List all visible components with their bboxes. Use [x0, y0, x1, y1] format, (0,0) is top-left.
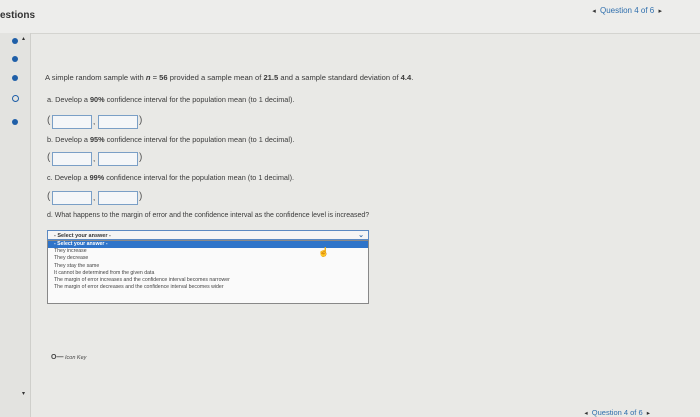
- question-nav-bottom[interactable]: ◂ Question 4 of 6 ▸: [582, 408, 652, 417]
- icon-key-link[interactable]: O— Icon Key: [51, 354, 86, 361]
- question-content: A simple random sample with n = 56 provi…: [45, 73, 414, 361]
- question-counter: Question 4 of 6: [599, 6, 655, 15]
- question-sidebar: ▴ ▾: [0, 33, 31, 417]
- question-1-dot[interactable]: [12, 38, 18, 44]
- next-question-icon[interactable]: ▸: [645, 410, 652, 417]
- part-b-upper-input[interactable]: [98, 152, 138, 166]
- question-2-dot[interactable]: [12, 56, 18, 62]
- question-4-dot[interactable]: [12, 95, 19, 102]
- top-bar: estions ◂ Question 4 of 6 ▸: [0, 0, 700, 34]
- part-a-lower-input[interactable]: [52, 115, 92, 129]
- part-b-prompt: b. Develop a 95% confidence interval for…: [47, 135, 295, 144]
- part-c-prompt: c. Develop a 99% confidence interval for…: [47, 173, 295, 182]
- part-b-lower-input[interactable]: [52, 152, 92, 166]
- answer-option[interactable]: It cannot be determined from the given d…: [48, 270, 368, 277]
- prev-question-icon[interactable]: ◂: [590, 8, 598, 15]
- answer-select[interactable]: - Select your answer - ⌄: [47, 230, 369, 240]
- question-nav-top[interactable]: ◂ Question 4 of 6 ▸: [590, 6, 664, 15]
- mouse-pointer-icon: ☝: [318, 247, 330, 257]
- problem-statement: A simple random sample with n = 56 provi…: [45, 73, 414, 82]
- prev-question-icon[interactable]: ◂: [582, 410, 589, 417]
- expand-down-icon[interactable]: ▾: [22, 390, 25, 397]
- key-icon: O—: [51, 354, 64, 361]
- part-c-upper-input[interactable]: [98, 191, 138, 205]
- answer-option[interactable]: The margin of error increases and the co…: [48, 277, 368, 284]
- questions-title: estions: [0, 10, 36, 21]
- part-d-prompt: d. What happens to the margin of error a…: [47, 212, 370, 219]
- question-3-dot[interactable]: [12, 75, 18, 81]
- question-5-dot[interactable]: [12, 119, 18, 125]
- part-c-lower-input[interactable]: [52, 191, 92, 205]
- part-a-prompt: a. Develop a 90% confidence interval for…: [47, 95, 295, 104]
- answer-option[interactable]: They stay the same: [48, 263, 368, 270]
- question-counter: Question 4 of 6: [591, 408, 643, 417]
- next-question-icon[interactable]: ▸: [656, 8, 664, 15]
- part-a-upper-input[interactable]: [98, 115, 138, 129]
- collapse-up-icon[interactable]: ▴: [22, 35, 25, 42]
- answer-option[interactable]: The margin of error decreases and the co…: [48, 284, 368, 291]
